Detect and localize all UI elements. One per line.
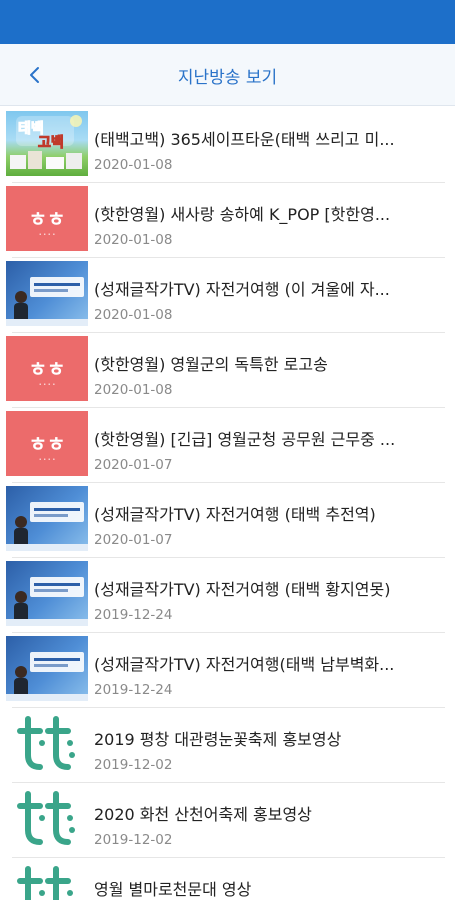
svg-text:ㅎㅎ: ㅎㅎ [29, 207, 66, 231]
svg-text:ㅎㅎ: ㅎㅎ [29, 432, 66, 456]
video-title: (성재글작가TV) 자전거여행 (태백 황지연못) [94, 580, 391, 599]
page-title: 지난방송 보기 [177, 68, 278, 88]
tt-logo-thumbnail [6, 861, 88, 900]
video-title: 2020 화천 산천어축제 홍보영상 [94, 805, 312, 824]
video-title: (핫한영월) 새사랑 송하예 K_POP [핫한영... [94, 205, 391, 224]
video-date: 2019-12-24 [94, 607, 173, 623]
video-list-item[interactable]: 영월 별마로천문대 영상 [0, 858, 455, 900]
video-title: (성재글작가TV) 자전거여행 (태백 추전역) [94, 505, 376, 524]
seongjae-tv-thumbnail [6, 261, 88, 326]
video-list: 태백 고백 (태백고백) 365세이프타운(태백 쓰리고 미... 2020-01… [0, 108, 455, 900]
video-list-item[interactable]: ㅎㅎ • • • • (핫한영월) 새사랑 송하예 K_POP [핫한영... 2… [0, 183, 455, 258]
svg-text:고백: 고백 [38, 135, 64, 151]
tt-logo-thumbnail [6, 711, 88, 776]
svg-text:• • • •: • • • • [39, 382, 56, 388]
video-title: 영월 별마로천문대 영상 [94, 880, 252, 899]
video-list-item[interactable]: (성재글작가TV) 자전거여행 (태백 추전역) 2020-01-07 [0, 483, 455, 558]
video-list-item[interactable]: (성재글작가TV) 자전거여행(태백 남부벽화... 2019-12-24 [0, 633, 455, 708]
video-list-item[interactable]: (성재글작가TV) 자전거여행 (태백 황지연못) 2019-12-24 [0, 558, 455, 633]
video-title: (성재글작가TV) 자전거여행(태백 남부벽화... [94, 655, 395, 674]
svg-text:• • • •: • • • • [39, 232, 56, 238]
video-list-item[interactable]: 태백 고백 (태백고백) 365세이프타운(태백 쓰리고 미... 2020-01… [0, 108, 455, 183]
video-date: 2019-12-02 [94, 832, 173, 848]
status-bar [0, 0, 455, 44]
video-date: 2020-01-07 [94, 532, 173, 548]
app-bar: 지난방송 보기 [0, 44, 455, 106]
video-title: 2019 평창 대관령눈꽃축제 홍보영상 [94, 730, 342, 749]
video-title: (핫한영월) [긴급] 영월군청 공무원 근무중 ... [94, 430, 396, 449]
video-title: (태백고백) 365세이프타운(태백 쓰리고 미... [94, 130, 395, 149]
seongjae-tv-thumbnail [6, 486, 88, 551]
hothan-yeongwol-thumbnail: ㅎㅎ • • • • [6, 411, 88, 476]
video-list-item[interactable]: 2019 평창 대관령눈꽃축제 홍보영상 2019-12-02 [0, 708, 455, 783]
video-title: (성재글작가TV) 자전거여행 (이 겨울에 자... [94, 280, 390, 299]
svg-text:• • • •: • • • • [39, 457, 56, 463]
video-date: 2020-01-08 [94, 157, 173, 173]
video-list-item[interactable]: ㅎㅎ • • • • (핫한영월) [긴급] 영월군청 공무원 근무중 ... 2… [0, 408, 455, 483]
hothan-yeongwol-thumbnail: ㅎㅎ • • • • [6, 186, 88, 251]
video-date: 2019-12-24 [94, 682, 173, 698]
video-date: 2020-01-07 [94, 457, 173, 473]
video-date: 2020-01-08 [94, 232, 173, 248]
seongjae-tv-thumbnail [6, 636, 88, 701]
video-date: 2020-01-08 [94, 382, 173, 398]
video-title: (핫한영월) 영월군의 독특한 로고송 [94, 355, 328, 374]
seongjae-tv-thumbnail [6, 561, 88, 626]
hothan-yeongwol-thumbnail: ㅎㅎ • • • • [6, 336, 88, 401]
video-list-item[interactable]: 2020 화천 산천어축제 홍보영상 2019-12-02 [0, 783, 455, 858]
video-list-item[interactable]: ㅎㅎ • • • • (핫한영월) 영월군의 독특한 로고송 2020-01-08 [0, 333, 455, 408]
video-date: 2019-12-02 [94, 757, 173, 773]
tt-logo-thumbnail [6, 786, 88, 851]
taebaek-gobaek-thumbnail: 태백 고백 [6, 111, 88, 176]
svg-text:ㅎㅎ: ㅎㅎ [29, 357, 66, 381]
video-list-item[interactable]: (성재글작가TV) 자전거여행 (이 겨울에 자... 2020-01-08 [0, 258, 455, 333]
video-date: 2020-01-08 [94, 307, 173, 323]
